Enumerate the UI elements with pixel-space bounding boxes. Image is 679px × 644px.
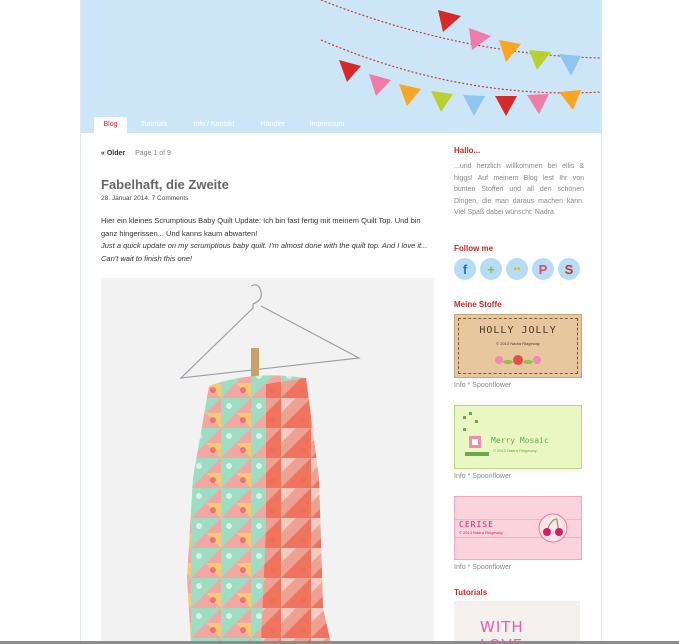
- fabric-caption-links[interactable]: Info * Spoonflower: [454, 564, 511, 571]
- fabric-caption-links[interactable]: Info * Spoonflower: [454, 473, 511, 480]
- holly-motif-icon: [495, 355, 541, 365]
- fabric-name: Merry Mosaic: [491, 436, 549, 445]
- nav-tab-tutorials[interactable]: Tutorials: [133, 117, 175, 133]
- quilt-illustration: [101, 278, 434, 644]
- mosaic-motif-icon: [463, 412, 489, 456]
- post-body: Hier ein kleines Scrumptious Baby Quilt …: [101, 215, 434, 265]
- main-content: « Older Page 1 of 9 Fabelhaft, die Zweit…: [101, 150, 434, 265]
- fabric-holly-jolly[interactable]: HOLLY JOLLY © 2013 Nadra Ridgeway: [454, 314, 582, 378]
- spoonflower-icon[interactable]: S: [558, 258, 580, 280]
- stoffe-widget-title: Meine Stoffe: [454, 300, 502, 309]
- welcome-text: ...und herzlich willkommen bei ellis & h…: [454, 163, 584, 217]
- fabric-name: HOLLY JOLLY: [479, 325, 557, 336]
- nav-tab-blog[interactable]: Blog: [94, 117, 127, 133]
- fabric-copyright: © 2013 Nadra Ridgeway: [493, 448, 537, 453]
- post-text-german: Hier ein kleines Scrumptious Baby Quilt …: [101, 216, 421, 238]
- pinterest-icon[interactable]: P: [532, 258, 554, 280]
- post-photo-quilt[interactable]: [101, 278, 434, 644]
- cherry-icon: [538, 513, 568, 543]
- bunting-decoration: [320, 0, 601, 116]
- post-text-english: Just a quick update on my scrumptious ba…: [101, 241, 428, 263]
- fabric-copyright: © 2013 Nadra Ridgeway: [496, 341, 540, 346]
- google-plus-icon[interactable]: +: [480, 258, 502, 280]
- fabric-name: CERISE: [459, 520, 494, 529]
- fabric-copyright: © 2013 Nadra Ridgeway: [459, 530, 503, 535]
- post-title[interactable]: Fabelhaft, die Zweite: [101, 177, 434, 192]
- page-container: Blog Tutorials Info / Kontakt Händler Im…: [80, 0, 602, 644]
- page-indicator: Page 1 of 9: [135, 150, 171, 157]
- tutorial-thumbnail[interactable]: WITH LOVE...: [454, 601, 580, 644]
- nav-tab-impressum[interactable]: Impressum: [303, 117, 351, 133]
- hallo-widget-title: Hallo...: [454, 146, 481, 155]
- nav-tab-haendler[interactable]: Händler: [253, 117, 293, 133]
- site-header: Blog Tutorials Info / Kontakt Händler Im…: [81, 0, 601, 133]
- older-posts-link[interactable]: « Older: [101, 150, 125, 157]
- flickr-icon[interactable]: ••: [506, 258, 528, 280]
- pagination: « Older Page 1 of 9: [101, 150, 434, 162]
- fabric-caption-links[interactable]: Info * Spoonflower: [454, 382, 511, 389]
- main-navigation: Blog Tutorials Info / Kontakt Händler Im…: [81, 117, 601, 133]
- follow-widget-title: Follow me: [454, 244, 494, 253]
- post-meta: 28. Januar 2014. 7 Comments: [101, 195, 189, 202]
- nav-tab-info-kontakt[interactable]: Info / Kontakt: [183, 117, 245, 133]
- tutorials-widget-title: Tutorials: [454, 588, 488, 597]
- fabric-merry-mosaic[interactable]: Merry Mosaic © 2013 Nadra Ridgeway: [454, 405, 582, 469]
- sidebar: Hallo... ...und herzlich willkommen bei …: [454, 146, 584, 644]
- facebook-icon[interactable]: f: [454, 258, 476, 280]
- fabric-cerise[interactable]: CERISE © 2013 Nadra Ridgeway: [454, 496, 582, 560]
